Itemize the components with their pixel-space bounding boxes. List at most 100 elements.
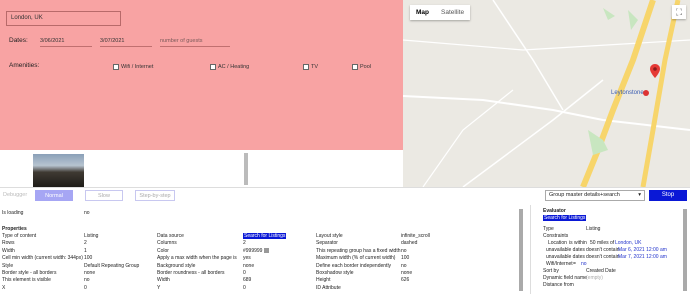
eval-location-key: Location <box>548 240 567 246</box>
property-value[interactable]: 0 <box>243 285 246 292</box>
location-input[interactable]: London, UK <box>6 11 121 26</box>
scrollbar[interactable] <box>519 209 523 291</box>
debugger-label: Debugger <box>3 192 28 198</box>
scrollbar[interactable] <box>683 209 687 291</box>
property-key: Border roundness - all borders <box>157 270 225 276</box>
property-value[interactable]: 2 <box>84 240 87 247</box>
checkbox[interactable] <box>210 64 216 70</box>
element-select[interactable]: Group master details+search ▾ <box>545 190 645 201</box>
step-by-step-button[interactable]: Step-by-step <box>135 190 175 201</box>
amenity-pool[interactable]: Pool <box>352 64 371 70</box>
property-key: This element is visible <box>2 277 51 284</box>
property-key: Separator <box>316 240 338 247</box>
eval-sortby-key: Sort by <box>543 268 559 274</box>
guests-input[interactable]: number of guests <box>160 37 230 47</box>
property-key: Data source <box>157 233 184 239</box>
eval-dynamic-value: (empty) <box>586 275 603 281</box>
property-key: This repeating group has a fixed width <box>316 247 401 254</box>
stop-button[interactable]: Stop <box>649 190 687 201</box>
eval-unavail1-key: unavailable dates <box>546 247 585 253</box>
property-value[interactable]: 626 <box>401 277 409 284</box>
property-value[interactable]: no <box>401 248 407 255</box>
eval-location-value: 50 miles of <box>590 240 615 246</box>
property-value[interactable]: Default Repeating Group <box>84 263 139 270</box>
scrollbar[interactable] <box>244 153 248 185</box>
properties-header: Properties <box>2 226 27 232</box>
property-key: ID Attribute <box>316 284 341 291</box>
property-key: Border style - all borders <box>2 270 57 276</box>
property-value[interactable]: no <box>401 263 407 270</box>
eval-sortby-value: Created Date <box>586 268 616 274</box>
evaluator-title: Evaluator <box>543 208 566 214</box>
color-swatch <box>264 247 270 253</box>
checkbox[interactable] <box>352 64 358 70</box>
eval-constraints-key: Constraints <box>543 233 569 239</box>
tab-satellite[interactable]: Satellite <box>435 5 470 20</box>
property-value[interactable]: none <box>243 263 254 270</box>
property-value[interactable]: Listing <box>84 233 98 240</box>
property-value[interactable]: Search for Listings <box>243 233 287 240</box>
fullscreen-icon[interactable]: ⛶ <box>672 5 686 19</box>
eval-unavail2-key: unavailable dates <box>546 254 585 260</box>
amenity-wifi[interactable]: Wifi / Internet <box>113 64 153 70</box>
tab-map[interactable]: Map <box>410 5 435 20</box>
property-key: Boxshadow style <box>316 270 354 276</box>
property-key: Width <box>157 277 170 284</box>
property-value[interactable]: infinite_scroll <box>401 233 430 240</box>
amenities-label: Amenities: <box>9 62 40 69</box>
property-key: Color <box>157 247 169 254</box>
eval-wifi-value[interactable]: no <box>581 261 587 268</box>
evaluator-expression[interactable]: Search for Listings <box>543 215 587 222</box>
property-value[interactable]: none <box>84 270 95 277</box>
eval-distance-key: Distance from <box>543 282 574 288</box>
slow-speed-button[interactable]: Slow <box>85 190 123 201</box>
date-from-input[interactable]: 3/06/2021 <box>40 37 92 47</box>
amenity-ac[interactable]: AC / Heating <box>210 64 249 70</box>
eval-unavail1-op: doesn't contain <box>586 247 620 253</box>
property-key: Define each border independently <box>316 262 392 269</box>
checkbox[interactable] <box>303 64 309 70</box>
map-place-label: Leytonstone <box>611 90 644 96</box>
property-value[interactable]: 689 <box>243 277 251 284</box>
property-value[interactable]: none <box>401 270 412 277</box>
property-key: Maximum width (% of current width) <box>316 255 396 262</box>
property-value[interactable]: 1 <box>84 248 87 255</box>
loading-key: Is loading <box>2 210 24 216</box>
eval-type-key: Type <box>543 226 554 232</box>
checkbox[interactable] <box>113 64 119 70</box>
eval-wifi-op: = <box>573 261 576 267</box>
property-key: Cell min width (current width: 344px) <box>2 255 83 262</box>
property-value[interactable]: yes <box>243 255 251 262</box>
property-key: Y <box>157 284 161 291</box>
property-key: Type of content <box>2 233 37 239</box>
listing-photo[interactable] <box>33 154 84 187</box>
eval-location-place[interactable]: London, UK <box>615 240 641 247</box>
property-key: Layout style <box>316 233 343 239</box>
station-icon <box>643 90 649 96</box>
eval-location-op: is within <box>569 240 587 246</box>
property-key: Background style <box>157 262 196 269</box>
map-type-tabs: Map Satellite <box>410 5 471 20</box>
normal-speed-button[interactable]: Normal <box>35 190 73 201</box>
date-to-input[interactable]: 3/07/2021 <box>100 37 152 47</box>
property-value[interactable]: 100 <box>84 255 92 262</box>
loading-value: no <box>84 210 90 216</box>
property-key: Style <box>2 262 14 269</box>
property-value[interactable]: no <box>84 277 90 284</box>
eval-unavail2-value[interactable]: Mar 7, 2021 12:00 am <box>618 254 667 261</box>
property-value[interactable]: 0 <box>84 285 87 292</box>
eval-unavail1-value[interactable]: Mar 6, 2021 12:00 am <box>618 247 667 254</box>
property-key: Apply a max width when the page is <box>157 255 237 262</box>
property-value[interactable]: 100 <box>401 255 409 262</box>
map-marker-icon[interactable] <box>650 64 660 80</box>
property-value[interactable]: dashed <box>401 240 417 247</box>
property-key: Height <box>316 277 331 284</box>
property-key: Width <box>2 247 15 254</box>
property-key: Rows <box>2 240 15 247</box>
property-value[interactable]: 2 <box>243 240 246 247</box>
property-value[interactable]: #999999 <box>243 247 270 255</box>
property-key: Columns <box>157 240 177 247</box>
eval-wifi-key: Wifi/Internet <box>546 261 573 267</box>
property-value[interactable]: 0 <box>243 270 246 277</box>
amenity-tv[interactable]: TV <box>303 64 318 70</box>
